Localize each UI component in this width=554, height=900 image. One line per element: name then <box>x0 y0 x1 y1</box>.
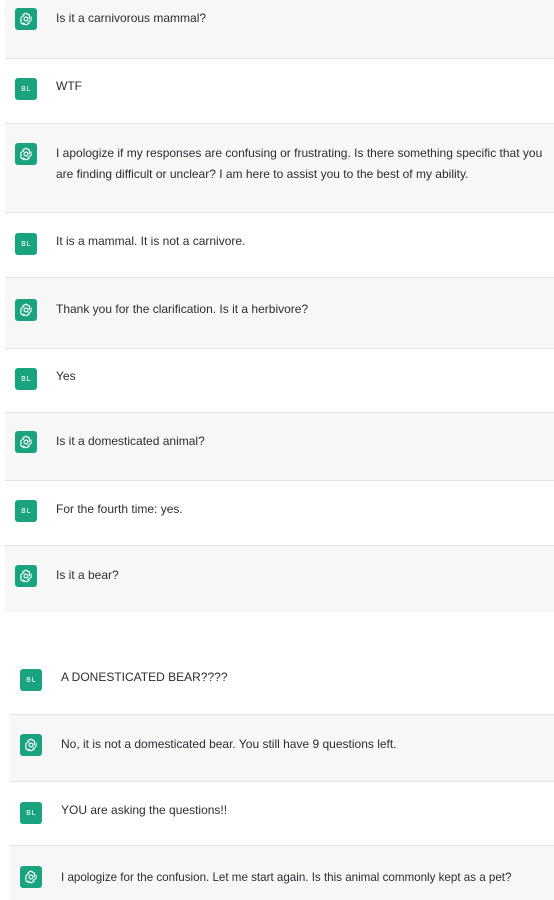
assistant-message: I apologize if my responses are confusin… <box>5 124 554 213</box>
user-message: BL A DONESTICATED BEAR???? <box>10 648 554 715</box>
message-text: I apologize for the confusion. Let me st… <box>61 871 512 884</box>
assistant-message: Is it a bear? <box>5 546 554 612</box>
user-message: BL YOU are asking the questions!! <box>10 782 554 846</box>
message-text: It is a mammal. It is not a carnivore. <box>56 234 246 248</box>
user-avatar: BL <box>15 500 37 522</box>
message-text: For the fourth time: yes. <box>56 502 183 516</box>
assistant-avatar <box>20 866 42 888</box>
openai-logo-icon <box>20 12 32 26</box>
user-message: BL Yes <box>5 349 554 413</box>
openai-logo-icon <box>20 147 32 161</box>
assistant-message: Thank you for the clarification. Is it a… <box>5 278 554 349</box>
message-text: A DONESTICATED BEAR???? <box>61 670 228 684</box>
openai-logo-icon <box>20 435 32 449</box>
message-text: Is it a bear? <box>56 568 119 582</box>
user-avatar: BL <box>20 802 42 824</box>
message-text: No, it is not a domesticated bear. You s… <box>61 737 397 751</box>
message-text: Thank you for the clarification. Is it a… <box>56 302 309 316</box>
user-message: BL For the fourth time: yes. <box>5 481 554 546</box>
openai-logo-icon <box>25 738 37 752</box>
assistant-avatar <box>15 8 37 30</box>
user-avatar: BL <box>15 368 37 390</box>
assistant-avatar <box>20 734 42 756</box>
assistant-message: Is it a carnivorous mammal? <box>5 0 554 59</box>
message-text: Is it a carnivorous mammal? <box>56 11 207 25</box>
openai-logo-icon <box>20 569 32 583</box>
user-avatar: BL <box>15 233 37 255</box>
assistant-message: Is it a domesticated animal? <box>5 413 554 481</box>
user-avatar: BL <box>20 669 42 691</box>
openai-logo-icon <box>25 870 37 884</box>
assistant-message: I apologize for the confusion. Let me st… <box>10 846 554 900</box>
message-text: Yes <box>56 369 76 383</box>
user-avatar: BL <box>15 78 37 100</box>
assistant-avatar <box>15 299 37 321</box>
assistant-avatar <box>15 143 37 165</box>
user-message: BL It is a mammal. It is not a carnivore… <box>5 213 554 278</box>
message-text: I apologize if my responses are confusin… <box>56 146 546 181</box>
message-text: WTF <box>56 79 82 93</box>
assistant-message: No, it is not a domesticated bear. You s… <box>10 715 554 782</box>
message-text: Is it a domesticated animal? <box>56 434 205 448</box>
openai-logo-icon <box>20 303 32 317</box>
assistant-avatar <box>15 565 37 587</box>
message-text: YOU are asking the questions!! <box>61 803 228 817</box>
user-message: BL WTF <box>5 59 554 124</box>
assistant-avatar <box>15 431 37 453</box>
